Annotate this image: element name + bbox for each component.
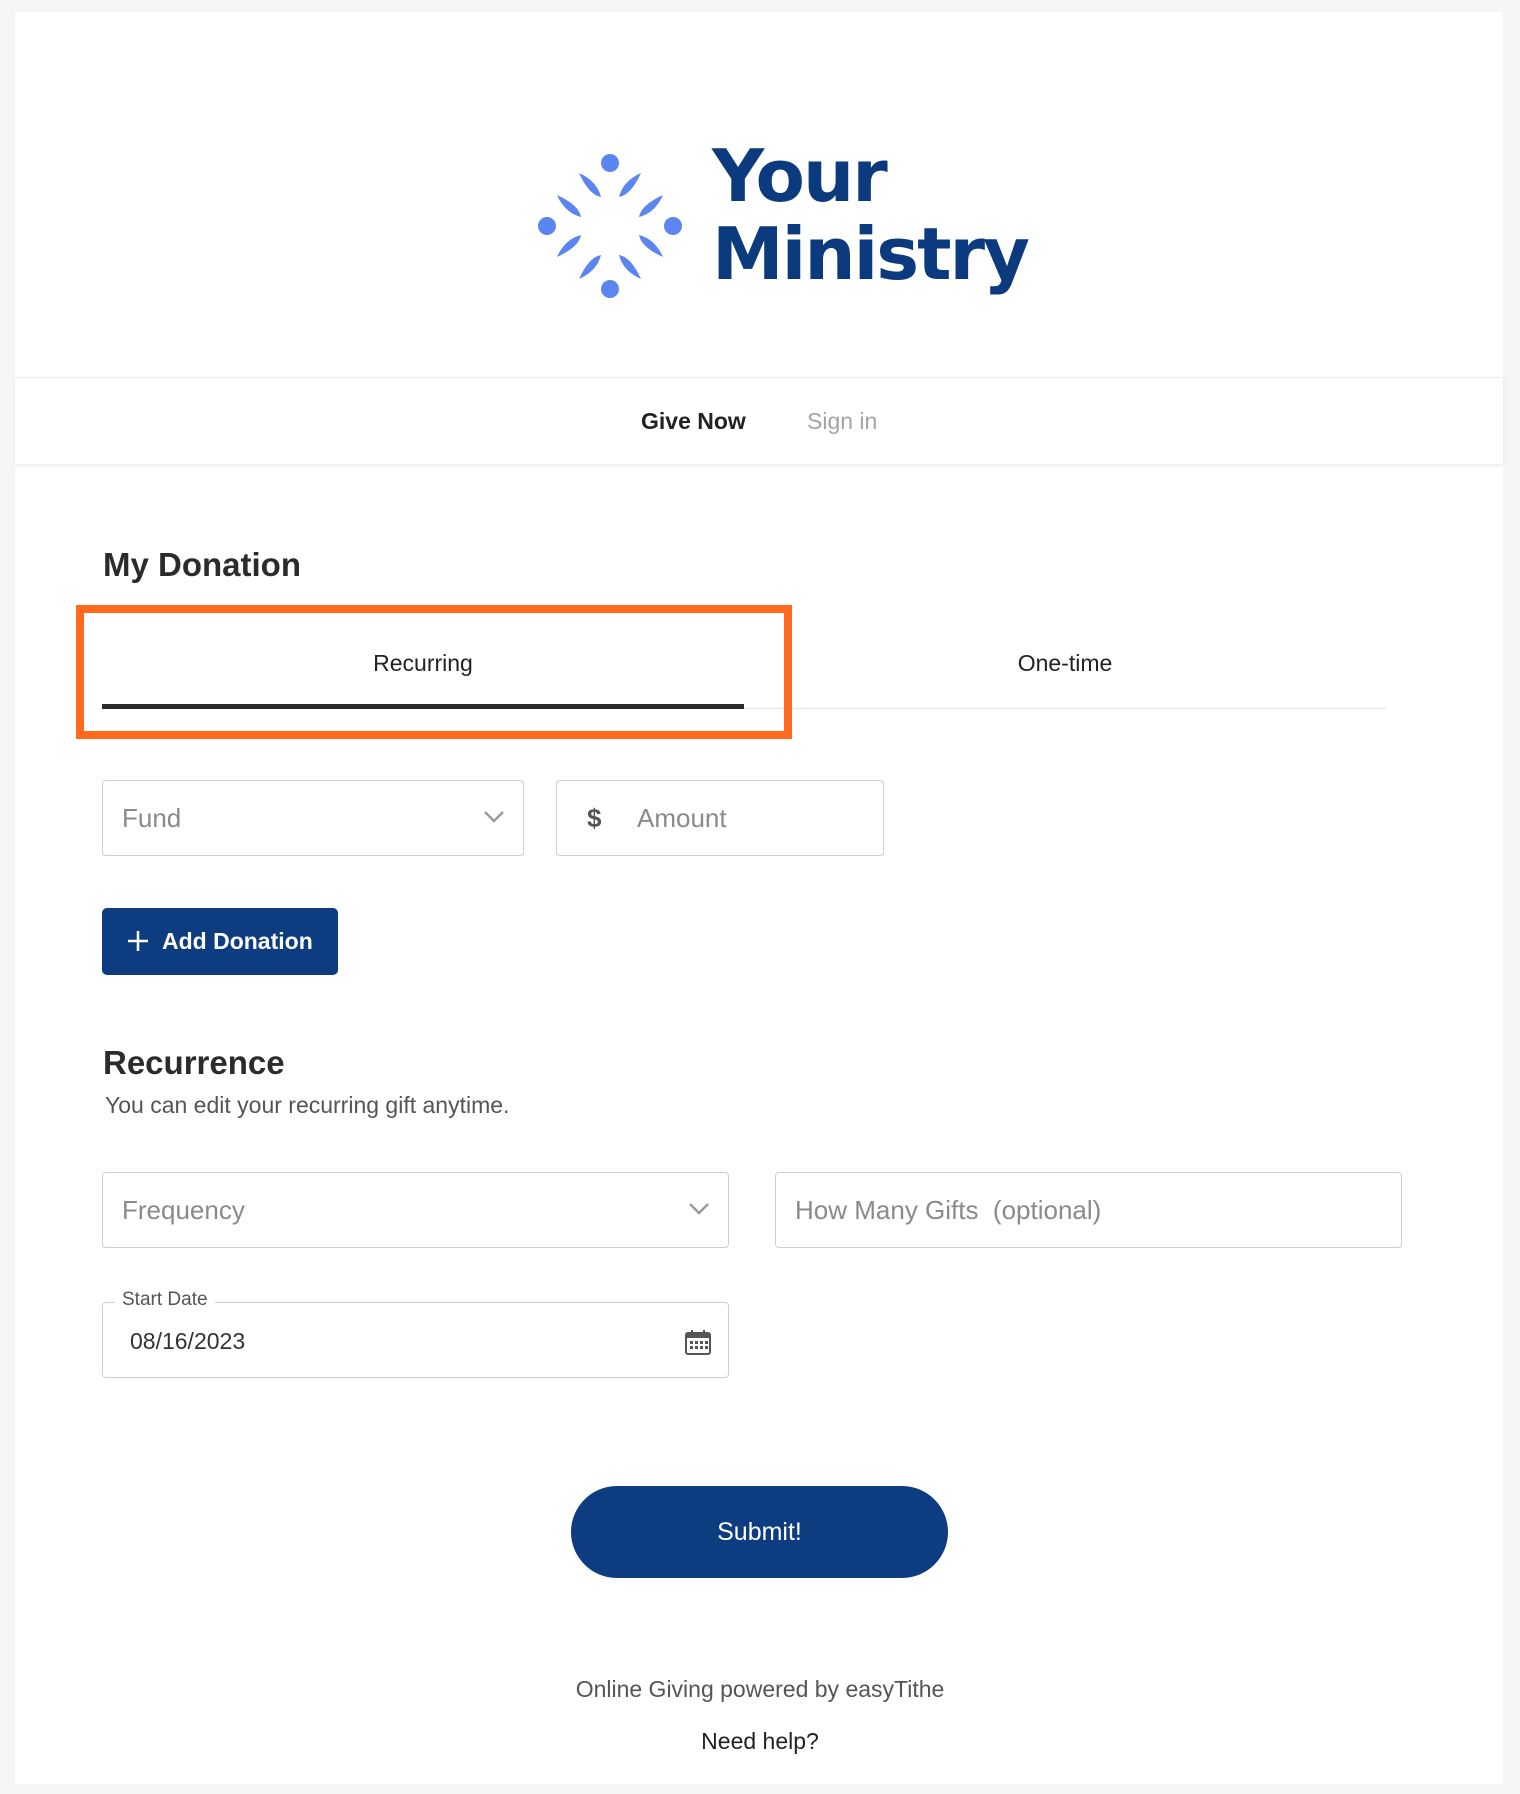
recurrence-title: Recurrence	[103, 1044, 285, 1081]
add-donation-label: Add Donation	[162, 928, 313, 954]
submit-button[interactable]: Submit!	[571, 1486, 948, 1578]
ministry-logo-icon	[538, 154, 682, 298]
fund-placeholder: Fund	[122, 803, 182, 833]
my-donation-title: My Donation	[103, 546, 301, 583]
highlight-box	[76, 605, 792, 739]
frequency-placeholder: Frequency	[122, 1195, 245, 1225]
fund-select[interactable]: Fund	[102, 780, 524, 856]
gift-count-input[interactable]: How Many Gifts (optional)	[775, 1172, 1402, 1248]
top-nav: Give Now Sign in	[15, 377, 1503, 464]
brand-name-line1: Your	[712, 134, 888, 218]
nav-give-now[interactable]: Give Now	[641, 378, 746, 464]
brand-name: Your Ministry	[712, 134, 1030, 296]
tab-one-time[interactable]: One-time	[744, 615, 1386, 708]
dollar-icon: $	[587, 803, 602, 833]
start-date-value: 08/16/2023	[130, 1328, 246, 1354]
need-help-link[interactable]: Need help?	[0, 1728, 1520, 1755]
amount-input[interactable]: $ Amount	[556, 780, 884, 856]
frequency-select[interactable]: Frequency	[102, 1172, 729, 1248]
tab-one-time-label: One-time	[1017, 650, 1113, 676]
recurrence-subtitle: You can edit your recurring gift anytime…	[105, 1092, 510, 1118]
add-donation-button[interactable]: Add Donation	[102, 908, 338, 975]
powered-by-text: Online Giving powered by easyTithe	[575, 1676, 945, 1702]
brand-name-line2: Ministry	[712, 212, 1030, 296]
calendar-icon[interactable]	[684, 1328, 712, 1356]
plus-icon	[128, 931, 148, 951]
gift-count-placeholder: How Many Gifts (optional)	[795, 1195, 1102, 1225]
start-date-field[interactable]: Start Date 08/16/2023	[102, 1289, 729, 1378]
chevron-down-icon	[484, 811, 504, 823]
nav-sign-in[interactable]: Sign in	[807, 378, 877, 464]
chevron-down-icon	[689, 1203, 709, 1215]
logo: Your Ministry	[535, 137, 1030, 327]
amount-placeholder: Amount	[637, 803, 727, 833]
